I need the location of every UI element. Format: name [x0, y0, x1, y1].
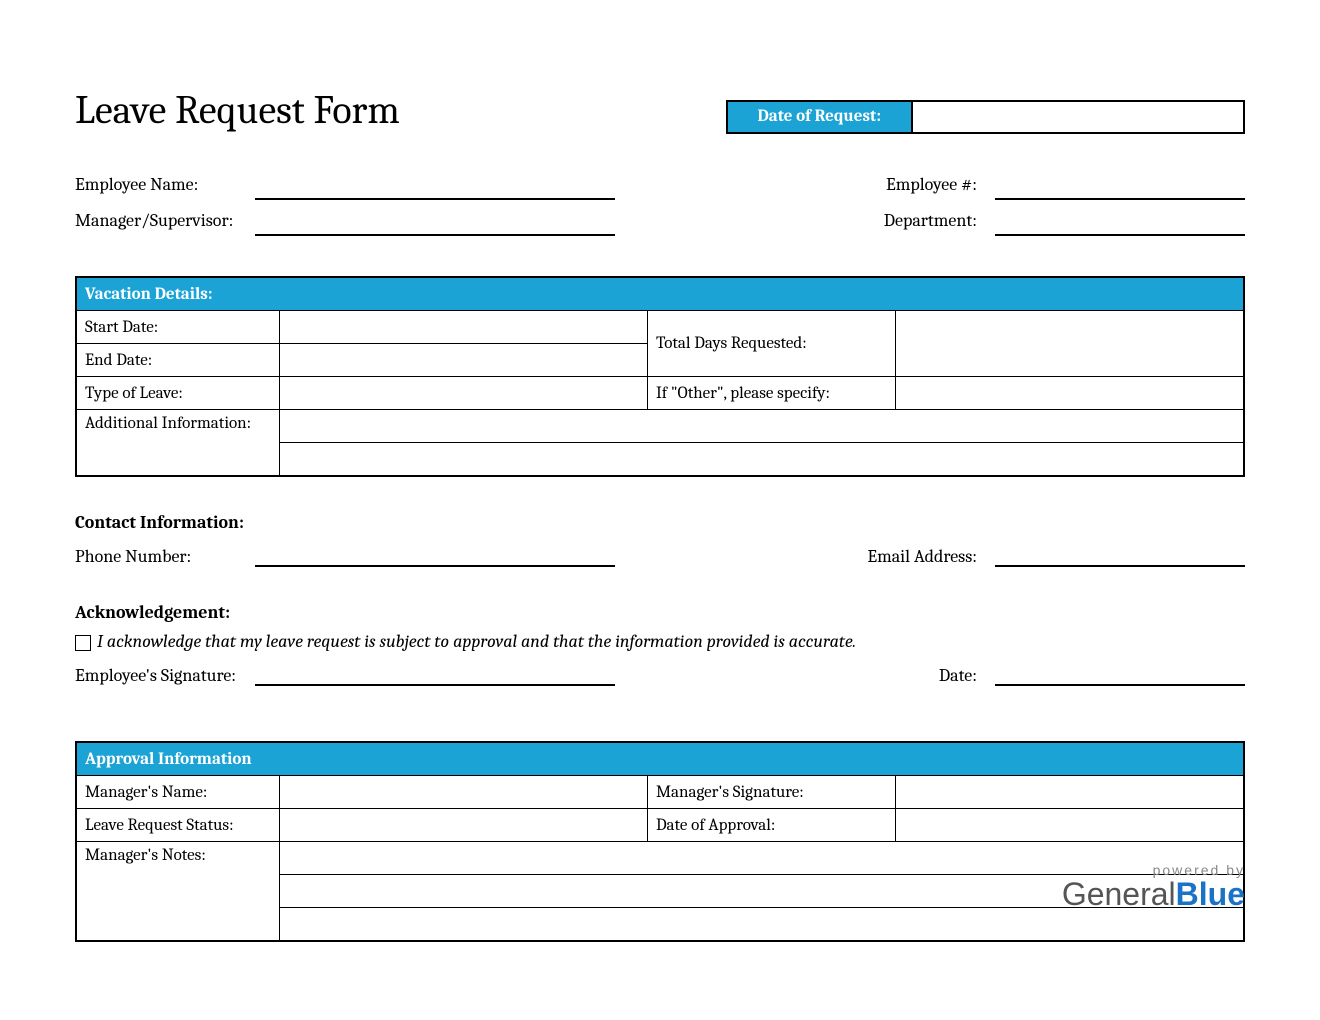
employee-number-field[interactable]: [995, 174, 1245, 200]
approval-header-row: Approval Information: [76, 742, 1244, 776]
date-of-request-label: Date of Request:: [726, 100, 913, 134]
type-of-leave-label: Type of Leave:: [76, 377, 279, 410]
employee-info-grid: Employee Name: Employee #: Manager/Super…: [75, 174, 1245, 236]
additional-info-field-1[interactable]: [279, 410, 1244, 443]
ack-heading: Acknowledgement:: [75, 602, 1245, 623]
page-title: Leave Request Form: [75, 90, 400, 130]
end-date-label: End Date:: [76, 344, 279, 377]
table-row: Type of Leave: If "Other", please specif…: [76, 377, 1244, 410]
contact-section: Contact Information: Phone Number: Email…: [75, 512, 1245, 567]
status-label: Leave Request Status:: [76, 809, 279, 842]
manager-notes-field-3[interactable]: [279, 908, 1244, 942]
brand-blue: Blue: [1176, 876, 1245, 912]
employee-signature-label: Employee's Signature:: [75, 665, 255, 686]
total-days-field[interactable]: [895, 311, 1244, 377]
spacer: [615, 174, 825, 200]
table-row: Manager's Name: Manager's Signature:: [76, 776, 1244, 809]
vacation-header: Vacation Details:: [76, 277, 1244, 311]
phone-label: Phone Number:: [75, 546, 255, 567]
employee-name-label: Employee Name:: [75, 174, 255, 200]
email-label: Email Address:: [825, 546, 995, 567]
date-of-request-box: Date of Request:: [726, 100, 1245, 134]
ack-checkbox[interactable]: [75, 635, 91, 651]
type-of-leave-field[interactable]: [279, 377, 647, 410]
employee-name-field[interactable]: [255, 174, 615, 200]
total-days-label: Total Days Requested:: [647, 311, 895, 377]
employee-number-label: Employee #:: [825, 174, 995, 200]
manager-signature-label: Manager's Signature:: [647, 776, 895, 809]
vacation-details-table: Vacation Details: Start Date: Total Days…: [75, 276, 1245, 477]
manager-label: Manager/Supervisor:: [75, 210, 255, 236]
manager-notes-label: Manager's Notes:: [76, 842, 279, 942]
contact-row: Phone Number: Email Address:: [75, 541, 1245, 567]
status-field[interactable]: [279, 809, 647, 842]
approval-date-field[interactable]: [895, 809, 1244, 842]
additional-info-label: Additional Information:: [76, 410, 279, 477]
employee-signature-field[interactable]: [255, 660, 615, 686]
acknowledgement-section: Acknowledgement: I acknowledge that my l…: [75, 602, 1245, 686]
signature-row: Employee's Signature: Date:: [75, 660, 1245, 686]
table-row: Start Date: Total Days Requested:: [76, 311, 1244, 344]
date-of-request-field[interactable]: [913, 100, 1245, 134]
end-date-field[interactable]: [279, 344, 647, 377]
brand-logo: GeneralBlue: [1062, 878, 1245, 910]
start-date-label: Start Date:: [76, 311, 279, 344]
manager-signature-field[interactable]: [895, 776, 1244, 809]
header-row: Leave Request Form Date of Request:: [75, 90, 1245, 134]
ack-text: I acknowledge that my leave request is s…: [97, 631, 856, 652]
ack-date-label: Date:: [915, 665, 995, 686]
department-field[interactable]: [995, 210, 1245, 236]
approval-date-label: Date of Approval:: [647, 809, 895, 842]
email-field[interactable]: [995, 541, 1245, 567]
spacer: [615, 210, 825, 236]
additional-info-field-2[interactable]: [279, 443, 1244, 477]
other-specify-label: If "Other", please specify:: [647, 377, 895, 410]
footer: powered by GeneralBlue: [1062, 862, 1245, 910]
table-row: Additional Information:: [76, 410, 1244, 443]
start-date-field[interactable]: [279, 311, 647, 344]
phone-field[interactable]: [255, 541, 615, 567]
leave-request-form-page: Leave Request Form Date of Request: Empl…: [0, 0, 1320, 1020]
manager-name-label: Manager's Name:: [76, 776, 279, 809]
table-row: Leave Request Status: Date of Approval:: [76, 809, 1244, 842]
manager-name-field[interactable]: [279, 776, 647, 809]
other-specify-field[interactable]: [895, 377, 1244, 410]
ack-date-field[interactable]: [995, 660, 1245, 686]
manager-field[interactable]: [255, 210, 615, 236]
approval-header: Approval Information: [76, 742, 1244, 776]
department-label: Department:: [825, 210, 995, 236]
brand-general: General: [1062, 876, 1176, 912]
contact-heading: Contact Information:: [75, 512, 1245, 533]
ack-line: I acknowledge that my leave request is s…: [75, 631, 1245, 652]
vacation-header-row: Vacation Details:: [76, 277, 1244, 311]
